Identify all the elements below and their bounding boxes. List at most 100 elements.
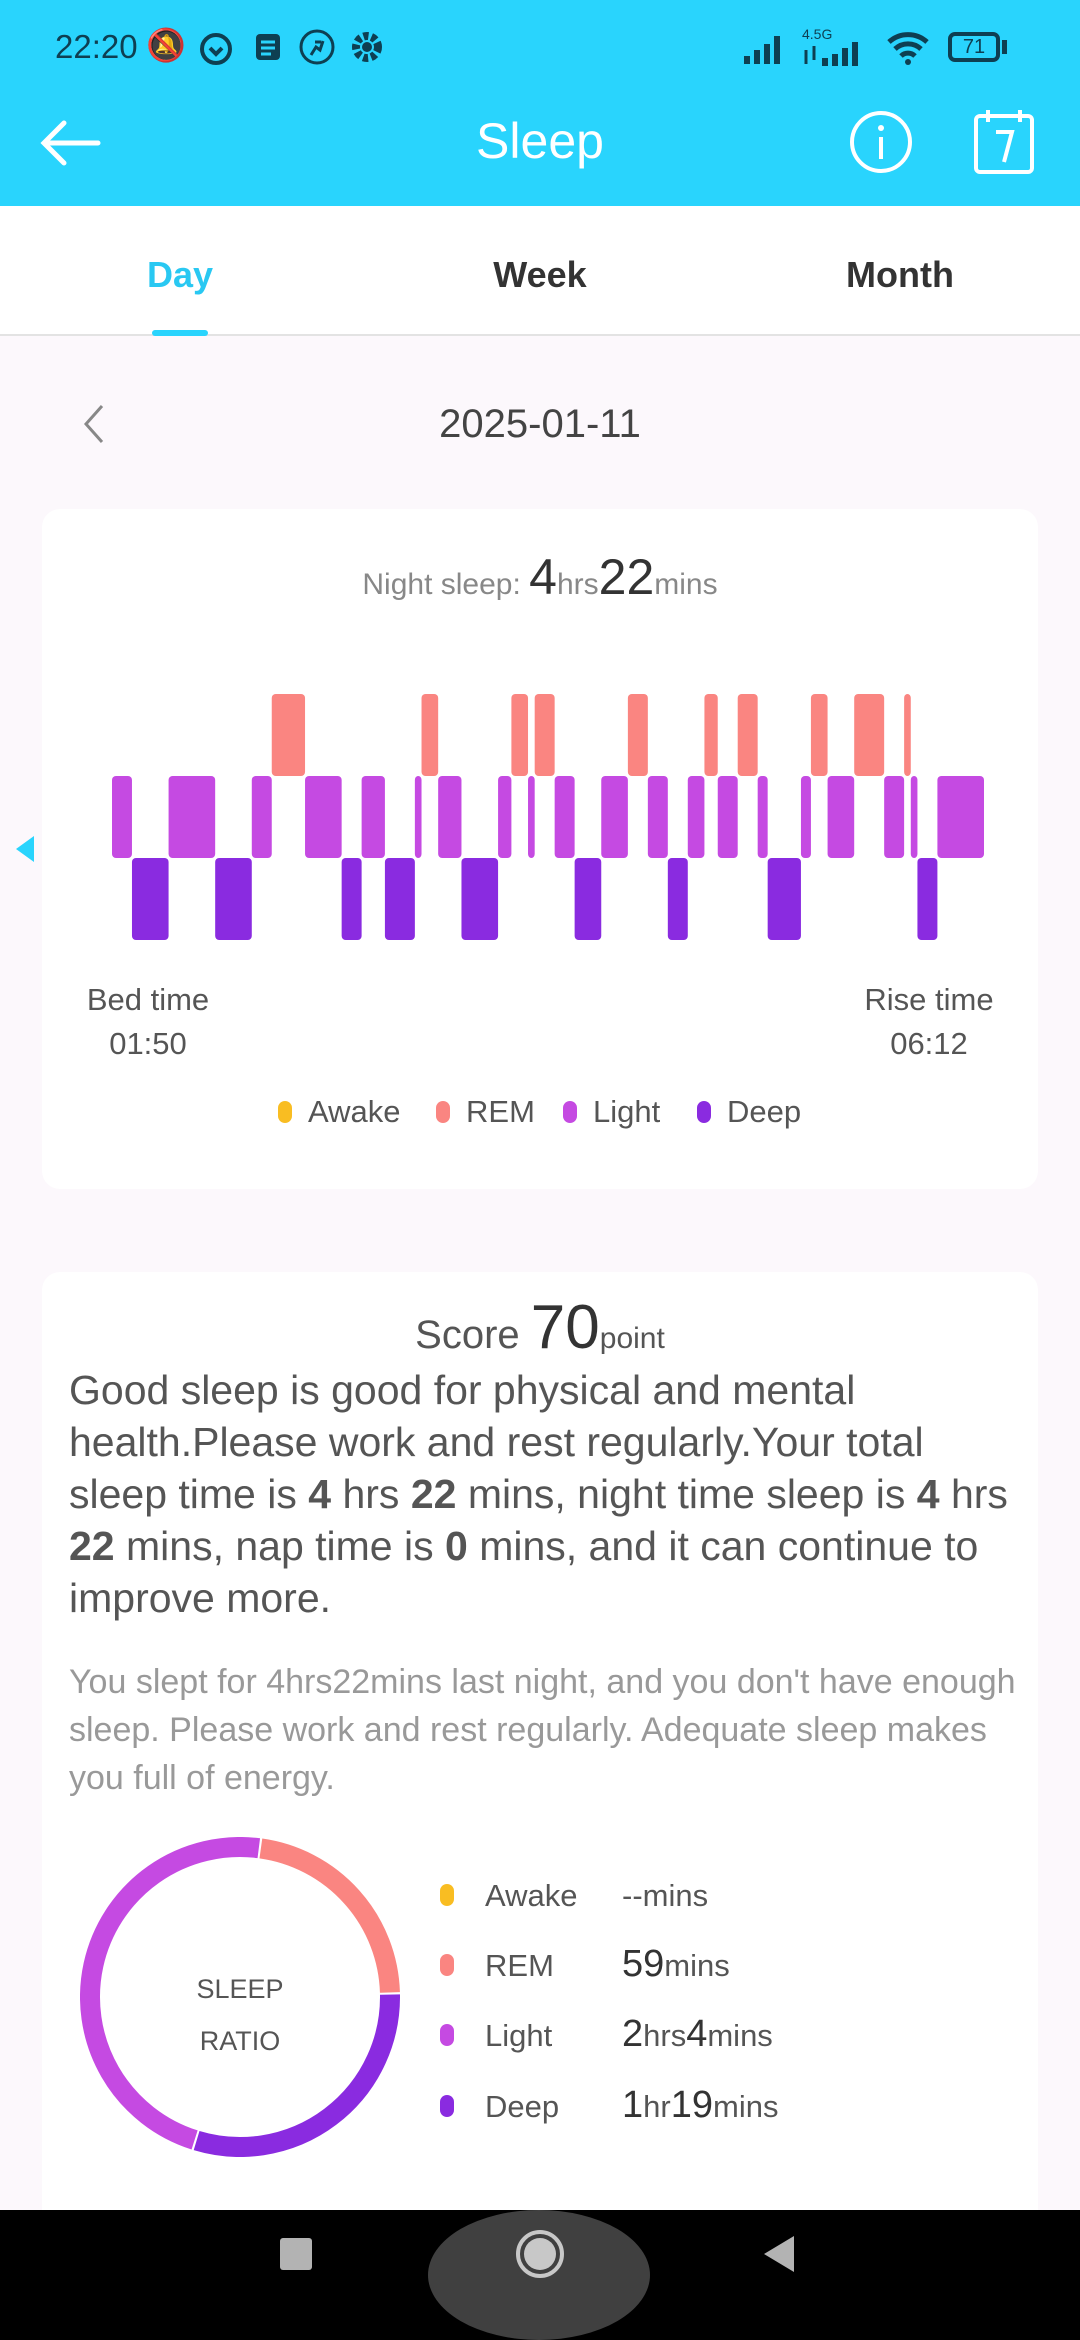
stage-bar-deep <box>384 858 415 940</box>
value: 19 <box>670 2084 713 2126</box>
rem-dot-icon <box>440 1954 454 1976</box>
light-dot-icon <box>563 1101 577 1123</box>
status-bar: 22:20 🔕 4.5G 71 <box>0 0 1080 96</box>
unit: hrs <box>643 2018 687 2053</box>
message-icon <box>256 34 280 60</box>
info-icon[interactable] <box>849 110 913 174</box>
sleep-advice-text: You slept for 4hrs22mins last night, and… <box>69 1663 1016 1797</box>
stage-bar-rem <box>904 694 911 776</box>
light-dot-icon <box>440 2024 454 2046</box>
stage-bar-light <box>800 776 811 858</box>
mute-icon: 🔕 <box>146 27 186 63</box>
stage-bar-rem <box>704 694 718 776</box>
stage-bar-deep <box>131 858 169 940</box>
ratio-value-deep: 1hr19mins <box>622 2084 778 2127</box>
legend-label: REM <box>466 1094 535 1129</box>
unit: mins <box>713 2089 779 2124</box>
tab-bar: Day Week Month <box>0 206 1080 336</box>
summary-value: 4 <box>308 1471 332 1517</box>
night-sleep-hours: 4 <box>529 549 557 605</box>
status-time: 22:20 <box>55 28 138 65</box>
mins-unit: mins <box>654 568 718 601</box>
score-unit: point <box>599 1322 665 1355</box>
rise-time-label: Rise time <box>864 982 994 1017</box>
deep-dot-icon <box>440 2095 454 2117</box>
navigation-bar <box>0 2210 1080 2340</box>
value: 4 <box>686 2013 708 2055</box>
value: 2 <box>622 2013 644 2055</box>
stage-bar-light <box>757 776 768 858</box>
recents-button[interactable] <box>280 2238 312 2270</box>
legend-label: Light <box>593 1094 661 1129</box>
unit: hr <box>643 2089 671 2124</box>
ratio-value-light: 2hrs4mins <box>622 2013 773 2056</box>
awake-dot-icon <box>278 1101 292 1123</box>
summary-value: 22 <box>410 1471 457 1517</box>
value: 59 <box>622 1943 665 1985</box>
stage-bar-light <box>361 776 385 858</box>
sleep-stage-chart <box>112 694 984 940</box>
home-button[interactable] <box>514 2228 566 2280</box>
night-sleep-minutes: 22 <box>598 549 655 605</box>
calendar-icon[interactable] <box>972 108 1036 176</box>
summary-text: mins, nap time is <box>114 1523 445 1569</box>
bed-time: Bed time 01:50 <box>48 978 248 1066</box>
back-button[interactable] <box>762 2234 796 2274</box>
legend-rem: REM <box>436 1094 535 1130</box>
stage-bar-deep <box>215 858 252 940</box>
stage-bar-light <box>414 776 422 858</box>
deep-dot-icon <box>697 1101 711 1123</box>
bed-time-label: Bed time <box>86 982 210 1017</box>
stage-bar-deep <box>574 858 602 940</box>
tab-month[interactable]: Month <box>720 254 1080 296</box>
ratio-value-rem: 59mins <box>622 1943 730 1986</box>
donut-center-line: RATIO <box>199 2026 281 2056</box>
ratio-label-rem: REM <box>485 1948 554 1983</box>
stage-bar-rem <box>511 694 529 776</box>
awake-dot-icon <box>440 1884 454 1906</box>
stage-bar-deep <box>767 858 801 940</box>
signal-icon <box>744 36 780 64</box>
stage-bar-rem <box>854 694 885 776</box>
alarm-icon <box>200 33 232 65</box>
legend-deep: Deep <box>697 1094 801 1130</box>
tab-day[interactable]: Day <box>0 254 360 296</box>
stage-bar-light <box>910 776 918 858</box>
stage-bar-rem <box>737 694 758 776</box>
unit: mins <box>664 1948 730 1983</box>
stage-bar-light <box>168 776 216 858</box>
stage-bar-deep <box>917 858 938 940</box>
summary-value: 4 <box>916 1471 940 1517</box>
stage-bar-rem <box>534 694 555 776</box>
rise-time-value: 06:12 <box>890 1026 968 1061</box>
battery-icon: 71 <box>948 32 1000 62</box>
stage-bar-light <box>647 776 668 858</box>
score-value: 70 <box>530 1293 600 1362</box>
stage-bar-light <box>687 776 705 858</box>
settings-icon <box>352 32 382 62</box>
legend-awake: Awake <box>278 1094 401 1130</box>
summary-value: 22 <box>69 1523 115 1569</box>
stage-bar-light <box>498 776 512 858</box>
stage-bar-light <box>884 776 905 858</box>
ratio-label-light: Light <box>485 2018 553 2053</box>
stage-bar-light <box>601 776 628 858</box>
summary-text: hrs <box>331 1471 411 1517</box>
stage-bar-rem <box>627 694 648 776</box>
stage-bar-rem <box>810 694 828 776</box>
score: Score 70point <box>0 1292 1080 1363</box>
sleep-summary-text: Good sleep is good for physical and ment… <box>69 1364 1029 1624</box>
tab-week[interactable]: Week <box>360 254 720 296</box>
active-tab-indicator <box>152 330 208 336</box>
activity-icon <box>299 29 335 65</box>
summary-text: hrs <box>939 1471 1008 1517</box>
ratio-label-deep: Deep <box>485 2089 560 2124</box>
stage-bar-rem <box>421 694 439 776</box>
hrs-unit: hrs <box>556 568 599 601</box>
unit: mins <box>707 2018 773 2053</box>
bed-time-value: 01:50 <box>109 1026 187 1061</box>
legend-label: Deep <box>727 1094 802 1129</box>
stage-bar-rem <box>271 694 306 776</box>
stage-bar-light <box>528 776 535 858</box>
stage-bar-deep <box>341 858 362 940</box>
